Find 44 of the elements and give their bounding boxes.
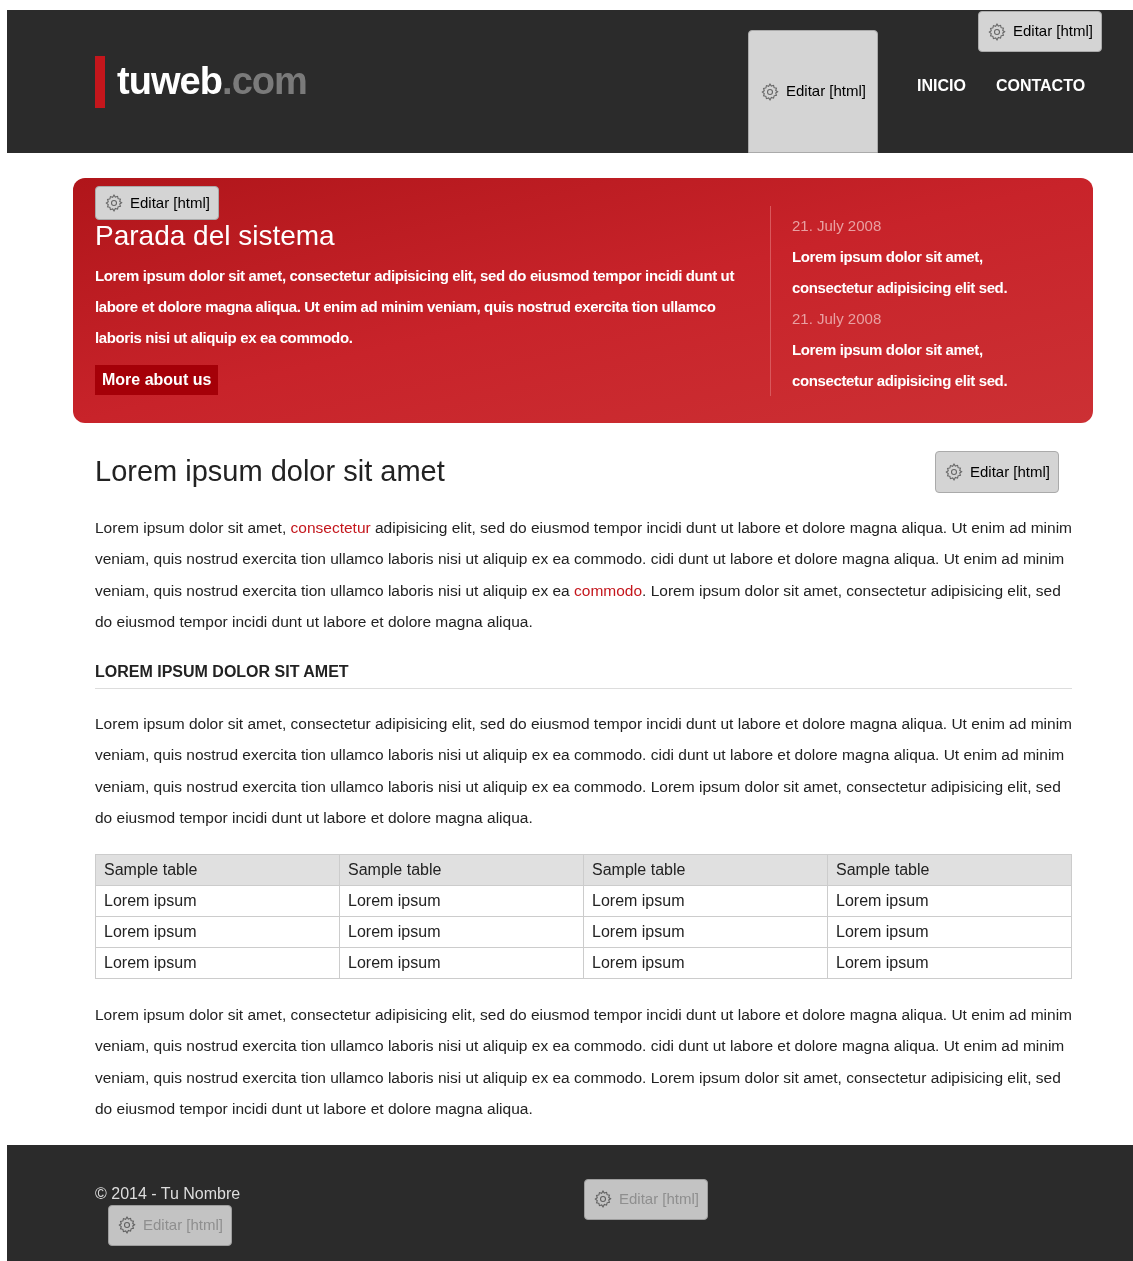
edit-html-button[interactable]: Editar [html] (934, 450, 1059, 493)
news-date: 21. July 2008 (792, 309, 883, 329)
gear-icon (104, 193, 124, 213)
edit-html-button[interactable]: Editar [html] (748, 30, 878, 153)
column-header: Sample table (827, 854, 1072, 885)
table-cell: Lorem ipsum (95, 885, 340, 916)
table-cell: Lorem ipsum (583, 885, 828, 916)
copyright-text: © 2014 - Tu Nombre (95, 1183, 241, 1204)
nav-link[interactable]: INICIO (917, 74, 966, 98)
text-link[interactable]: consectetur (290, 518, 371, 536)
table-cell: Lorem ipsum (827, 947, 1072, 978)
news-text: Lorem ipsum dolor sit amet, consectetur adipisicing elit sed. (792, 340, 1009, 391)
hero-title: Parada del sistema (95, 220, 336, 252)
column-header: Sample table (95, 854, 340, 885)
table-cell: Lorem ipsum (339, 916, 584, 947)
page-title: Lorem ipsum dolor sit amet (95, 454, 445, 489)
table-cell: Lorem ipsum (95, 947, 340, 978)
news-date: 21. July 2008 (792, 216, 883, 236)
gear-icon (117, 1215, 137, 1235)
table-cell: Lorem ipsum (827, 885, 1072, 916)
logo[interactable]: tuweb.com (117, 53, 307, 110)
table-cell: Lorem ipsum (339, 947, 584, 978)
table-cell: Lorem ipsum (583, 916, 828, 947)
table-cell: Lorem ipsum (583, 947, 828, 978)
nav-link[interactable]: CONTACTO (995, 74, 1086, 98)
edit-html-button[interactable]: Editar [html] (978, 11, 1103, 52)
table-cell: Lorem ipsum (339, 885, 584, 916)
body-paragraph: Lorem ipsum dolor sit amet, consectetur adipisicing elit, sed do eiusmod tempor incidi dunt ut labore et dolore magna aliqua. Ut enim ad minim veniam, quis nostrud exercita tion ullamco laboris nisi ut aliquip ex ea commodo. cidi dunt ut labore et dolore magna aliqua. Ut enim ad minim veniam, quis nostrud exercita tion ullamco laboris nisi ut aliquip ex ea commodo. Lorem ipsum dolor sit amet, consectetur adipisicing elit, sed do eiusmod tempor incidi dunt ut labore et dolore magna aliqua. (95, 713, 1072, 828)
column-header: Sample table (583, 854, 828, 885)
news-text: Lorem ipsum dolor sit amet, consectetur adipisicing elit sed. (792, 247, 1009, 298)
table-cell: Lorem ipsum (827, 916, 1072, 947)
body-paragraph: Lorem ipsum dolor sit amet, consectetur adipisicing elit, sed do eiusmod tempor incidi dunt ut labore et dolore magna aliqua. Ut enim ad minim veniam, quis nostrud exercita tion ullamco laboris nisi ut aliquip ex ea commodo. cidi dunt ut labore et dolore magna aliqua. Ut enim ad minim veniam, quis nostrud exercita tion ullamco laboris nisi ut aliquip ex ea commodo. Lorem ipsum dolor sit amet, consectetur adipisicing elit, sed do eiusmod tempor incidi dunt ut labore et dolore magna aliqua. (95, 517, 1072, 632)
edit-html-button[interactable]: Editar [html] (95, 186, 220, 220)
gear-icon (760, 81, 780, 102)
section-heading: LOREM IPSUM DOLOR SIT AMET (95, 659, 1072, 689)
gear-icon (943, 461, 964, 482)
column-header: Sample table (339, 854, 584, 885)
body-paragraph: Lorem ipsum dolor sit amet, consectetur adipisicing elit, sed do eiusmod tempor incidi dunt ut labore et dolore magna aliqua. Ut enim ad minim veniam, quis nostrud exercita tion ullamco laboris nisi ut aliquip ex ea commodo. cidi dunt ut labore et dolore magna aliqua. Ut enim ad minim veniam, quis nostrud exercita tion ullamco laboris nisi ut aliquip ex ea commodo. Lorem ipsum dolor sit amet, consectetur adipisicing elit, sed do eiusmod tempor incidi dunt ut labore et dolore magna aliqua. (95, 1004, 1072, 1119)
more-about-us-button[interactable]: More about us (95, 365, 219, 395)
gear-icon (987, 21, 1007, 42)
hero-text: Lorem ipsum dolor sit amet, consectetur adipisicing elit, sed do eiusmod tempor incidi dunt ut labore et dolore magna aliqua. Ut enim ad minim veniam, quis nostrud exercita tion ullamco laboris nisi ut aliquip ex ea commodo. (95, 266, 736, 348)
table-cell: Lorem ipsum (95, 916, 340, 947)
logo-bar (95, 55, 105, 108)
gear-icon (593, 1189, 613, 1209)
